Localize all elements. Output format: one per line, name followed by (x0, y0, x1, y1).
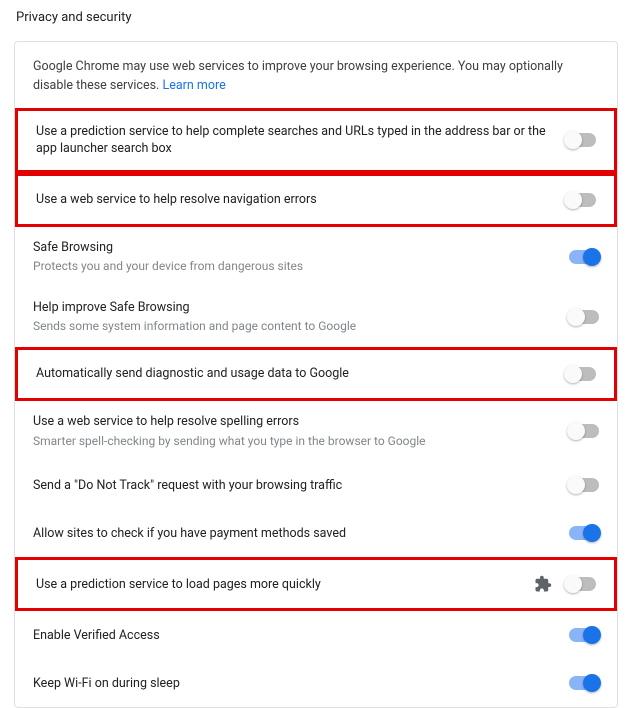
toggle-knob (583, 674, 601, 692)
setting-title: Use a web service to help resolve spelli… (33, 413, 553, 431)
toggle-knob (583, 524, 601, 542)
toggle-knob (564, 575, 582, 593)
setting-title: Automatically send diagnostic and usage … (36, 365, 550, 383)
setting-title: Use a prediction service to help complet… (36, 123, 550, 158)
setting-text: Send a "Do Not Track" request with your … (33, 477, 569, 495)
setting-title: Use a prediction service to load pages m… (36, 576, 518, 594)
setting-text: Use a prediction service to help complet… (36, 123, 566, 158)
setting-subtitle: Sends some system information and page c… (33, 318, 553, 335)
setting-controls (534, 575, 596, 593)
setting-title: Send a "Do Not Track" request with your … (33, 477, 553, 495)
setting-row-prediction-load: Use a prediction service to load pages m… (15, 557, 617, 611)
setting-text: Use a web service to help resolve naviga… (36, 191, 566, 209)
toggle-dnt[interactable] (569, 478, 599, 492)
setting-row: Help improve Safe BrowsingSends some sys… (15, 287, 617, 347)
toggle-prediction-load[interactable] (566, 577, 596, 591)
setting-text: Enable Verified Access (33, 627, 569, 645)
toggle-knob (564, 365, 582, 383)
toggle-knob (564, 191, 582, 209)
setting-subtitle: Protects you and your device from danger… (33, 258, 553, 275)
setting-title: Safe Browsing (33, 239, 553, 257)
setting-row: Safe BrowsingProtects you and your devic… (15, 227, 617, 287)
toggle-spelling[interactable] (569, 424, 599, 438)
setting-controls (566, 133, 596, 147)
setting-row: Use a prediction service to help complet… (18, 111, 614, 170)
setting-text: Allow sites to check if you have payment… (33, 525, 569, 543)
toggle-safe-browsing[interactable] (569, 250, 599, 264)
toggle-knob (567, 422, 585, 440)
toggle-knob (583, 626, 601, 644)
setting-controls (569, 526, 599, 540)
setting-title: Use a web service to help resolve naviga… (36, 191, 550, 209)
setting-controls (569, 424, 599, 438)
toggle-knob (583, 248, 601, 266)
setting-text: Use a prediction service to load pages m… (36, 576, 534, 594)
setting-row-diagnostic: Automatically send diagnostic and usage … (15, 347, 617, 401)
intro-text: Google Chrome may use web services to im… (33, 59, 563, 93)
toggle-knob (567, 308, 585, 326)
setting-row-payment: Allow sites to check if you have payment… (15, 509, 617, 557)
setting-title: Help improve Safe Browsing (33, 299, 553, 317)
setting-row: Automatically send diagnostic and usage … (18, 350, 614, 398)
setting-row-prediction-search: Use a prediction service to help complet… (15, 108, 617, 173)
setting-row: Keep Wi-Fi on during sleep (15, 659, 617, 707)
setting-controls (569, 310, 599, 324)
setting-title: Allow sites to check if you have payment… (33, 525, 553, 543)
setting-title: Enable Verified Access (33, 627, 553, 645)
setting-subtitle: Smarter spell-checking by sending what y… (33, 433, 553, 450)
toggle-knob (564, 131, 582, 149)
setting-controls (569, 250, 599, 264)
setting-controls (566, 193, 596, 207)
setting-row: Use a prediction service to load pages m… (18, 560, 614, 608)
setting-row-spelling: Use a web service to help resolve spelli… (15, 401, 617, 461)
setting-row-safe-browsing: Safe BrowsingProtects you and your devic… (15, 227, 617, 287)
toggle-prediction-search[interactable] (566, 133, 596, 147)
setting-text: Automatically send diagnostic and usage … (36, 365, 566, 383)
setting-row: Send a "Do Not Track" request with your … (15, 461, 617, 509)
setting-row: Use a web service to help resolve naviga… (18, 176, 614, 224)
setting-row-verified-access: Enable Verified Access (15, 611, 617, 659)
setting-row-wifi-sleep: Keep Wi-Fi on during sleep (15, 659, 617, 707)
setting-controls (569, 676, 599, 690)
privacy-settings-card: Google Chrome may use web services to im… (14, 41, 618, 708)
setting-text: Keep Wi-Fi on during sleep (33, 675, 569, 693)
setting-row-dnt: Send a "Do Not Track" request with your … (15, 461, 617, 509)
toggle-help-safe-browsing[interactable] (569, 310, 599, 324)
learn-more-link[interactable]: Learn more (162, 78, 225, 93)
setting-row-help-safe-browsing: Help improve Safe BrowsingSends some sys… (15, 287, 617, 347)
setting-title: Keep Wi-Fi on during sleep (33, 675, 553, 693)
page-title: Privacy and security (0, 0, 632, 35)
toggle-diagnostic[interactable] (566, 367, 596, 381)
toggle-knob (567, 476, 585, 494)
toggle-payment[interactable] (569, 526, 599, 540)
toggle-verified-access[interactable] (569, 628, 599, 642)
toggle-nav-error[interactable] (566, 193, 596, 207)
toggle-wifi-sleep[interactable] (569, 676, 599, 690)
setting-controls (569, 628, 599, 642)
setting-text: Safe BrowsingProtects you and your devic… (33, 239, 569, 275)
setting-text: Use a web service to help resolve spelli… (33, 413, 569, 449)
setting-row: Enable Verified Access (15, 611, 617, 659)
setting-row: Use a web service to help resolve spelli… (15, 401, 617, 461)
setting-row: Allow sites to check if you have payment… (15, 509, 617, 557)
intro-block: Google Chrome may use web services to im… (15, 42, 617, 108)
setting-controls (566, 367, 596, 381)
setting-text: Help improve Safe BrowsingSends some sys… (33, 299, 569, 335)
setting-row-nav-error: Use a web service to help resolve naviga… (15, 173, 617, 227)
extension-icon[interactable] (534, 575, 552, 593)
setting-controls (569, 478, 599, 492)
